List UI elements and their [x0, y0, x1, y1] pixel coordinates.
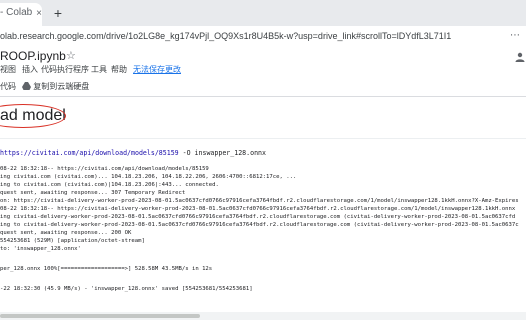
copy-to-drive-label: 复制到云端硬盘	[33, 82, 90, 91]
cell-divider	[0, 138, 526, 139]
command-url[interactable]: https://civitai.com/api/download/models/…	[0, 149, 179, 157]
output-line: per_128.onnx 100%[===================>] …	[0, 266, 213, 272]
code-label: 代码	[0, 82, 16, 91]
scrollbar-thumb[interactable]	[0, 314, 200, 318]
command-flag: -O	[178, 149, 195, 157]
output-line: ing to civitai-delivery-worker-prod-2023…	[0, 222, 519, 228]
address-bar[interactable]: olab.research.google.com/drive/1o2LG8e_k…	[0, 26, 526, 46]
output-line: on: https://civitai-delivery-worker-prod…	[0, 198, 519, 204]
menu-help[interactable]: 帮助	[111, 64, 127, 76]
menu-runtime[interactable]: 代码执行程序	[41, 64, 89, 76]
more-icon[interactable]: ⋯	[510, 29, 520, 43]
browser-tab-bar: - Colab × +	[0, 0, 526, 26]
add-code-button[interactable]: 代码	[0, 81, 16, 93]
output-line: ing civitai.com (civitai.com)... 104.18.…	[0, 174, 297, 180]
notebook-toolbar: 代码 复制到云端硬盘	[0, 80, 526, 94]
close-icon[interactable]: ×	[32, 7, 42, 21]
cell-output: 08-22 18:32:18-- https://civitai.com/api…	[0, 165, 526, 305]
new-tab-button[interactable]: +	[50, 5, 66, 21]
output-line: quest sent, awaiting response... 200 OK	[0, 230, 132, 236]
url-text[interactable]: olab.research.google.com/drive/1o2LG8e_k…	[0, 29, 451, 43]
cannot-save-changes-link[interactable]: 无法保存更改	[133, 64, 181, 76]
output-line: 08-22 18:32:18-- https://civitai.com/api…	[0, 166, 209, 172]
star-icon[interactable]: ☆	[66, 48, 76, 64]
output-line: 554253681 (529M) [application/octet-stre…	[0, 238, 145, 244]
person-icon[interactable]	[514, 52, 526, 62]
browser-tab[interactable]: - Colab ×	[0, 3, 42, 26]
tab-title: - Colab	[0, 7, 33, 18]
output-line: ing to civitai.com (civitai.com)|104.18.…	[0, 182, 219, 188]
output-line: -22 18:32:30 (45.9 MB/s) - 'inswapper_12…	[0, 286, 253, 292]
output-line: quest sent, awaiting response... 307 Tem…	[0, 190, 186, 196]
copy-to-drive-button[interactable]: 复制到云端硬盘	[22, 81, 89, 93]
menu-insert[interactable]: 插入	[22, 64, 38, 76]
notebook-title[interactable]: ROOP.ipynb	[0, 48, 66, 64]
horizontal-scrollbar[interactable]	[0, 312, 526, 320]
drive-icon	[22, 82, 31, 90]
menu-tools[interactable]: 工具	[91, 64, 107, 76]
menu-view[interactable]: 视图	[0, 64, 16, 76]
command-filename: inswapper_128.onnx	[194, 149, 266, 157]
output-line: to: 'inswapper_128.onnx'	[0, 246, 81, 252]
output-line: 08-22 18:32:18-- https://civitai-deliver…	[0, 206, 516, 212]
code-cell-command[interactable]: https://civitai.com/api/download/models/…	[0, 148, 266, 158]
output-line: ing civitai-delivery-worker-prod-2023-08…	[0, 214, 516, 220]
toolbar-divider	[0, 96, 526, 97]
